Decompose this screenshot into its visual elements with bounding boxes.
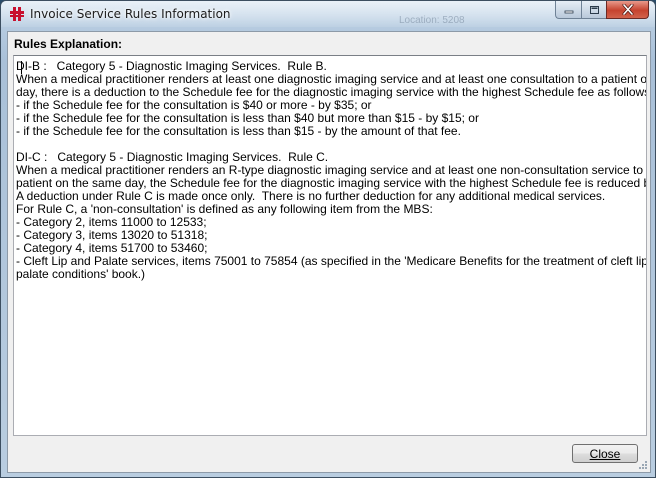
minimize-icon (564, 10, 573, 13)
close-icon (622, 4, 633, 15)
close-window-button[interactable] (606, 1, 649, 19)
text-caret (21, 61, 22, 74)
medical-cross-icon (10, 7, 24, 21)
rules-text-line: palate conditions' book.) (16, 267, 146, 281)
close-button[interactable]: Close (572, 444, 638, 463)
window-title: Invoice Service Rules Information (30, 7, 231, 21)
minimize-button[interactable] (555, 1, 581, 19)
dialog-body: Rules Explanation: DI-B : Category 5 - D… (7, 31, 651, 473)
resize-grip-icon[interactable] (638, 460, 648, 470)
close-button-label: Close (589, 446, 621, 461)
caption-buttons (555, 1, 649, 20)
rules-info-window: Invoice Service Rules Information Locati… (0, 0, 656, 478)
maximize-button[interactable] (581, 1, 606, 19)
title-bar[interactable]: Invoice Service Rules Information Locati… (1, 1, 655, 27)
rules-explanation-label: Rules Explanation: (14, 37, 123, 51)
rules-text-content: DI-B : Category 5 - Diagnostic Imaging S… (14, 56, 646, 281)
rules-text-area[interactable]: DI-B : Category 5 - Diagnostic Imaging S… (13, 55, 647, 436)
maximize-icon (589, 5, 599, 14)
background-window-text: Location: 5208 (399, 15, 465, 26)
rules-text-line: - if the Schedule fee for the consultati… (16, 124, 461, 138)
